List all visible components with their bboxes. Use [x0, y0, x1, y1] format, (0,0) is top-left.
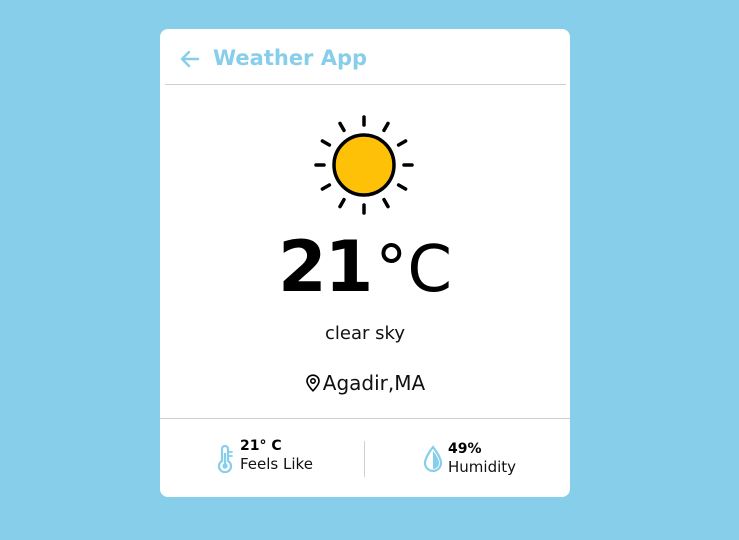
thermometer-icon: [216, 444, 234, 477]
weather-icon: [312, 113, 416, 217]
weather-description: clear sky: [325, 323, 405, 344]
details-bar: 21° C Feels Like 49% Humidity: [160, 419, 570, 497]
app-title: Weather App: [213, 46, 368, 70]
arrow-left-icon: [180, 50, 200, 68]
humidity-value: 49%: [448, 441, 482, 457]
feels-like-value: 21° C: [240, 438, 282, 454]
humidity-label: Humidity: [448, 458, 517, 476]
header-divider: [165, 84, 566, 85]
temperature-unit: °C: [375, 233, 453, 307]
temperature: 21°C: [160, 224, 570, 329]
sun-icon: [314, 115, 414, 215]
map-pin-icon: [305, 371, 321, 399]
droplet-icon: [422, 445, 444, 477]
back-button[interactable]: [178, 47, 202, 71]
feels-like-label: Feels Like: [240, 455, 313, 473]
weather-card: Weather App 21°C clear sky Agadir,MA 21°…: [160, 29, 570, 497]
location: Agadir,MA: [160, 369, 570, 399]
header: Weather App: [160, 29, 570, 85]
location-text: Agadir,MA: [322, 371, 426, 395]
details-separator: [364, 441, 365, 477]
temperature-value: 21: [277, 226, 373, 308]
